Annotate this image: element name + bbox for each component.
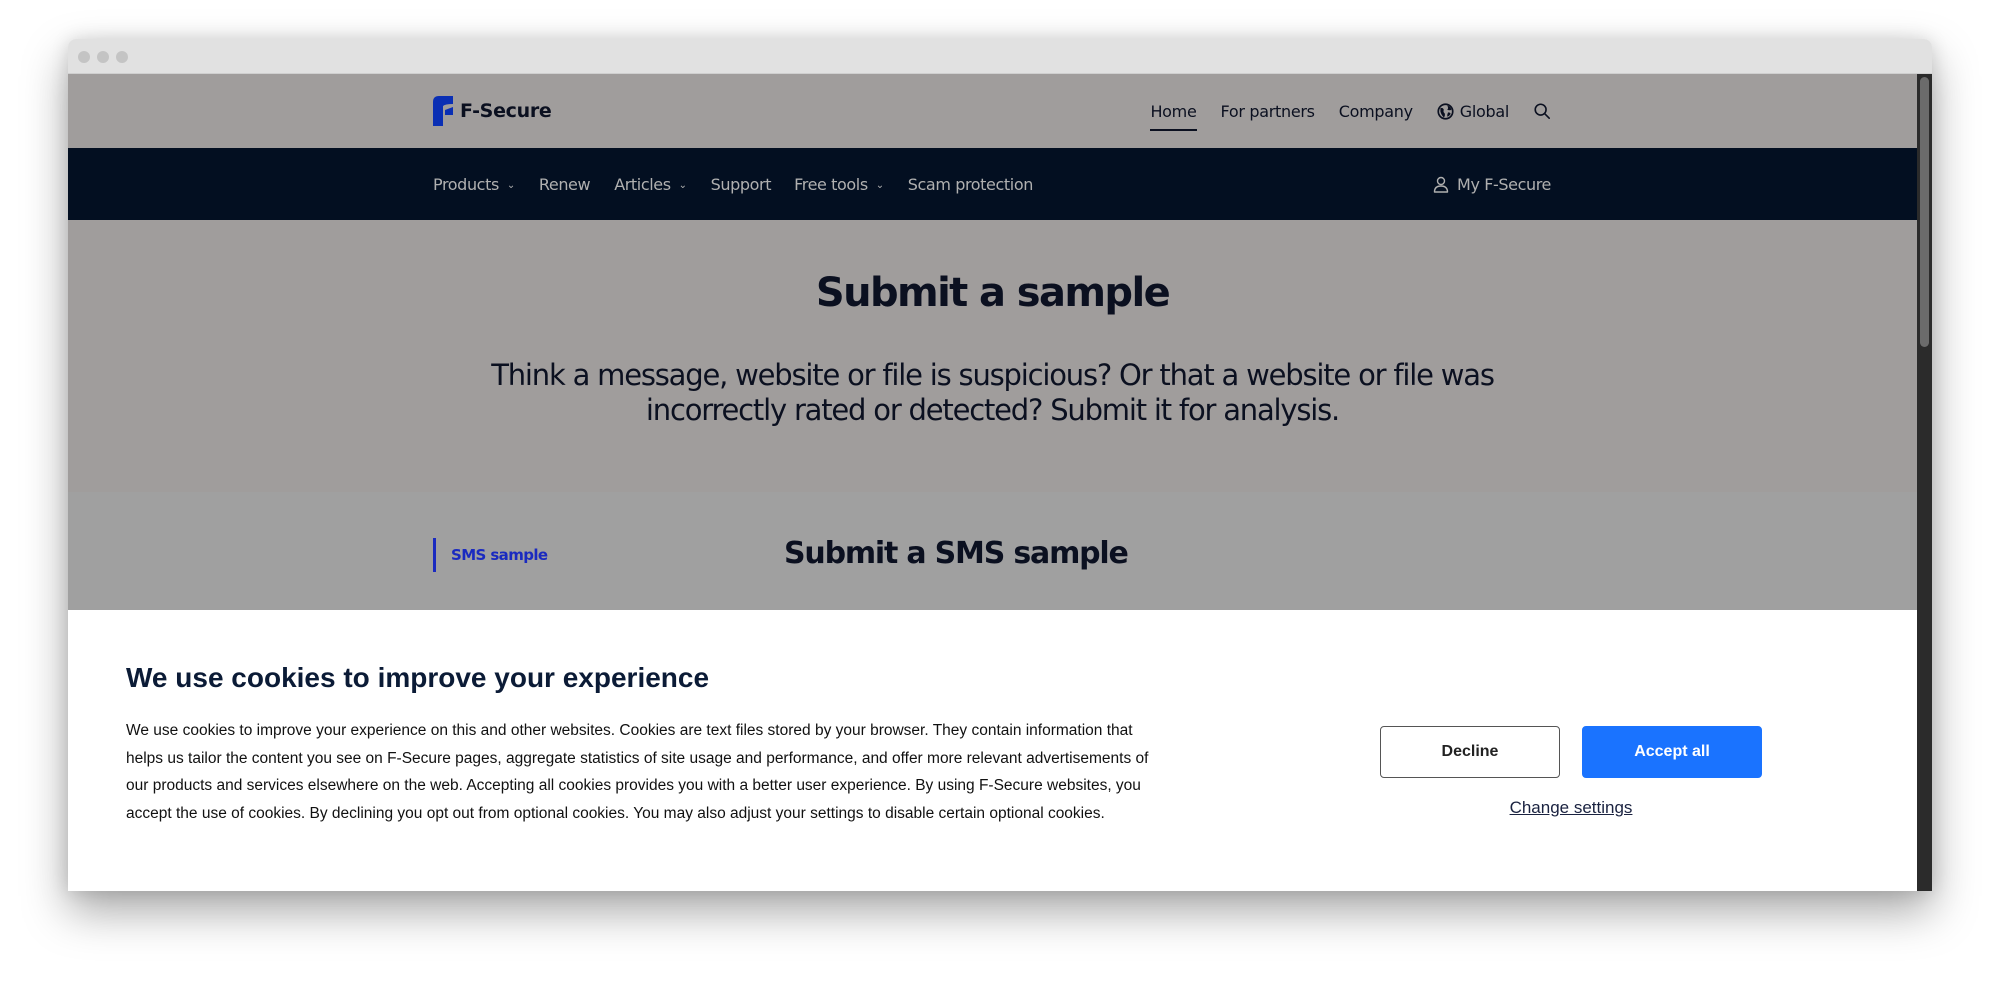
- accept-all-cookies-button[interactable]: Accept all: [1582, 726, 1762, 778]
- subtitle-line: Think a message, website or file is susp…: [491, 358, 1495, 392]
- top-link-global[interactable]: Global: [1437, 102, 1509, 121]
- nav-item-articles[interactable]: Articles ⌄: [614, 174, 687, 194]
- top-links: Home For partners Company Global: [1150, 74, 1551, 148]
- page-viewport: F-Secure Home For partners Company Globa…: [68, 74, 1917, 891]
- cookie-banner: We use cookies to improve your experienc…: [68, 610, 1917, 891]
- my-f-secure-link[interactable]: My F-Secure: [1433, 148, 1551, 220]
- tab-sms-sample[interactable]: SMS sample: [433, 538, 548, 572]
- search-button[interactable]: [1533, 102, 1551, 120]
- change-settings-link[interactable]: Change settings: [1380, 798, 1762, 818]
- search-icon: [1534, 103, 1551, 120]
- nav-item-label: Articles: [614, 174, 671, 194]
- vertical-scrollbar[interactable]: [1917, 74, 1932, 891]
- hero-section: Submit a sample Think a message, website…: [68, 220, 1917, 492]
- nav-item-label: Products: [433, 174, 499, 194]
- cookie-text-line: We use cookies to improve your experienc…: [126, 722, 1133, 739]
- close-window-button[interactable]: [78, 51, 90, 63]
- my-f-secure-label: My F-Secure: [1457, 174, 1551, 194]
- scrollbar-thumb[interactable]: [1920, 77, 1929, 347]
- nav-item-free-tools[interactable]: Free tools ⌄: [794, 175, 884, 194]
- nav-item-products[interactable]: Products ⌄: [433, 175, 515, 194]
- top-link-label: Home: [1150, 101, 1197, 121]
- nav-items: Products ⌄ Renew Articles ⌄ Support Free…: [433, 148, 1033, 220]
- maximize-window-button[interactable]: [116, 51, 128, 63]
- f-secure-logo-icon: [433, 96, 453, 126]
- cookie-text-line: our products and services elsewhere on t…: [126, 777, 1141, 794]
- nav-item-renew[interactable]: Renew: [538, 174, 591, 194]
- section-title: Submit a SMS sample: [784, 536, 1129, 571]
- top-link-label: Company: [1338, 101, 1413, 121]
- nav-item-label: Support: [710, 174, 772, 194]
- nav-item-label: Free tools: [794, 174, 868, 194]
- cookie-banner-text: We use cookies to improve your experienc…: [126, 717, 1236, 827]
- top-link-label: For partners: [1220, 101, 1316, 121]
- top-link-company[interactable]: Company: [1339, 102, 1413, 121]
- globe-icon: [1437, 102, 1454, 120]
- nav-item-support[interactable]: Support: [710, 174, 772, 194]
- page-title: Submit a sample: [815, 270, 1171, 316]
- top-link-label: Global: [1459, 101, 1510, 121]
- cookie-banner-title: We use cookies to improve your experienc…: [126, 662, 710, 693]
- main-navigation: Products ⌄ Renew Articles ⌄ Support Free…: [68, 148, 1917, 220]
- decline-cookies-button[interactable]: Decline: [1380, 726, 1560, 778]
- browser-window: F-Secure Home For partners Company Globa…: [68, 39, 1932, 891]
- top-link-for-partners[interactable]: For partners: [1220, 101, 1316, 121]
- nav-item-scam-protection[interactable]: Scam protection: [907, 174, 1034, 194]
- page-subtitle: Think a message, website or file is susp…: [68, 358, 1917, 428]
- minimize-window-button[interactable]: [97, 51, 109, 63]
- title-bar: [68, 39, 1932, 74]
- chevron-down-icon: ⌄: [875, 179, 884, 191]
- cookie-text-line: accept the use of cookies. By declining …: [126, 804, 1105, 822]
- chevron-down-icon: ⌄: [506, 179, 515, 191]
- nav-item-label: Scam protection: [907, 174, 1034, 194]
- subtitle-line: incorrectly rated or detected? Submit it…: [645, 393, 1340, 427]
- cookie-text-line: helps us tailor the content you see on F…: [126, 749, 1149, 767]
- nav-item-label: Renew: [538, 174, 591, 194]
- chevron-down-icon: ⌄: [678, 179, 687, 191]
- top-header: F-Secure Home For partners Company Globa…: [68, 74, 1917, 148]
- user-icon: [1433, 176, 1449, 193]
- logo-text: F-Secure: [460, 100, 552, 122]
- top-link-home[interactable]: Home: [1150, 101, 1197, 131]
- f-secure-logo[interactable]: F-Secure: [433, 96, 552, 126]
